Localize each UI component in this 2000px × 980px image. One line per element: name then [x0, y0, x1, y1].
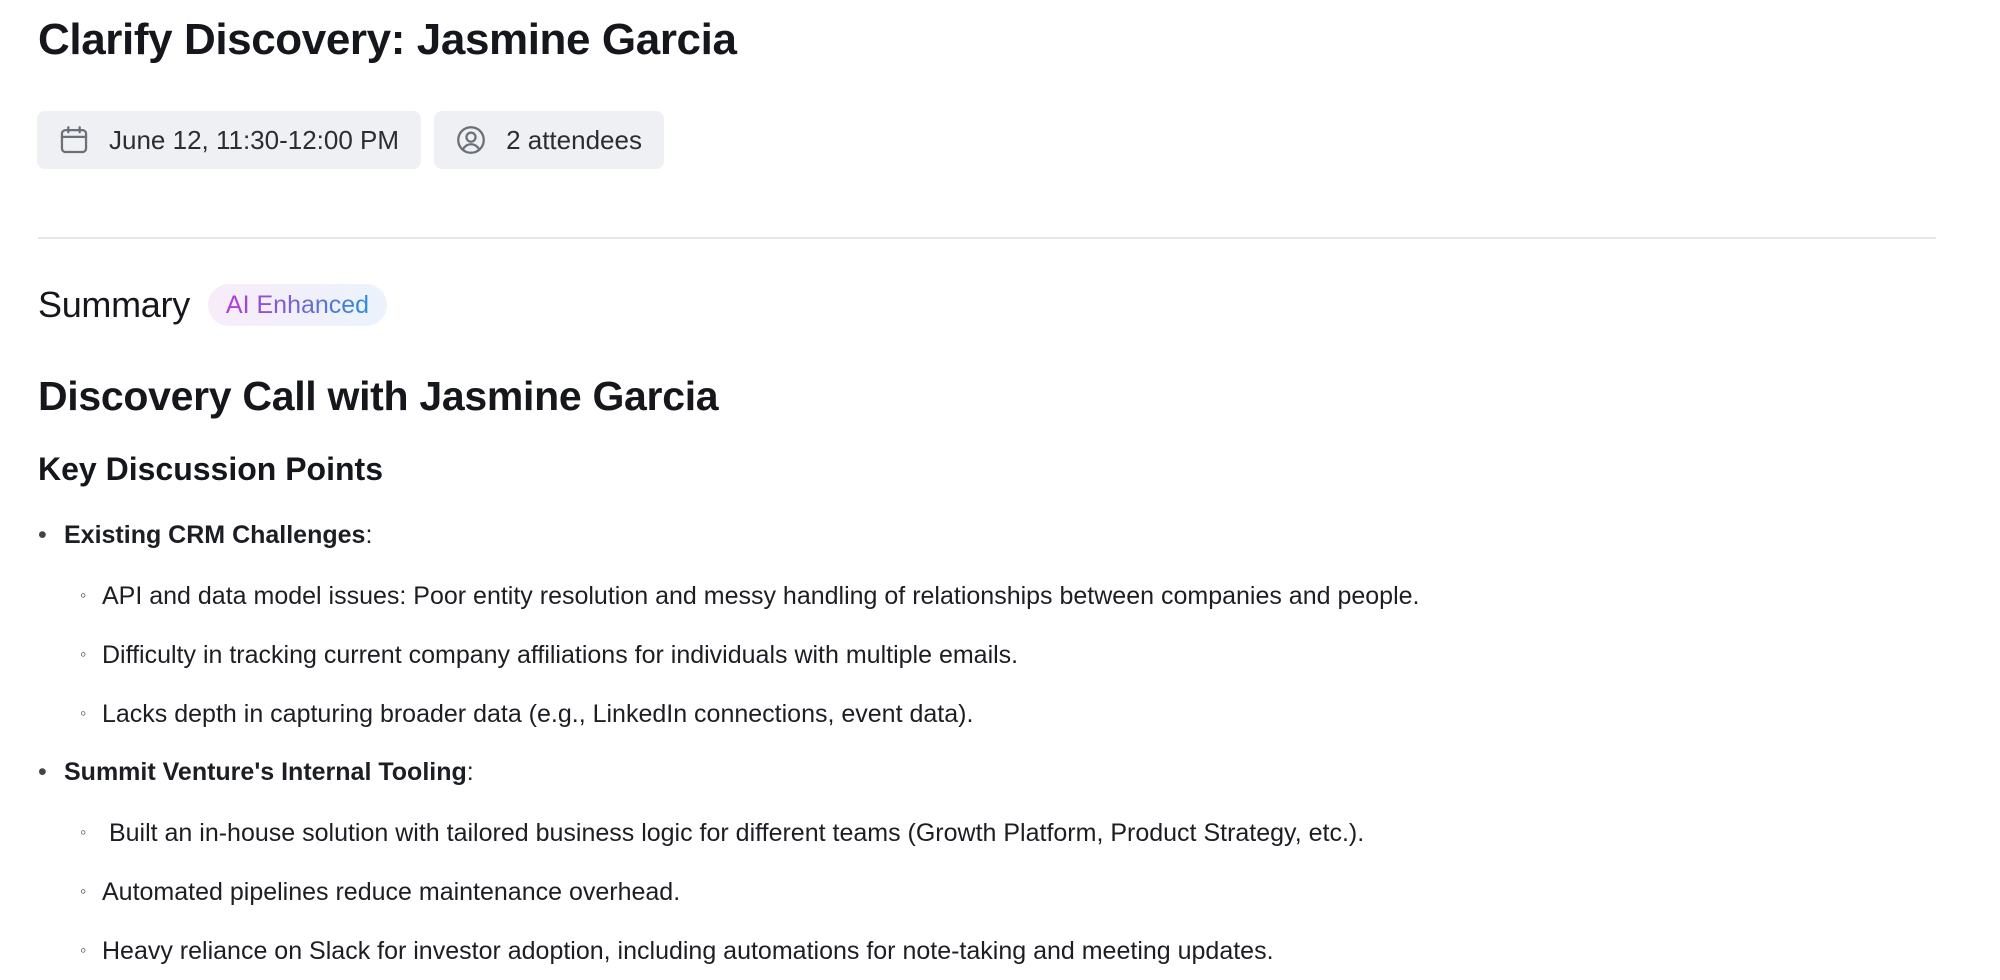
- list-item: ◦ Lacks depth in capturing broader data (…: [80, 696, 973, 731]
- hollow-bullet: ◦: [80, 644, 87, 664]
- user-circle-icon: [454, 123, 488, 157]
- list-item-text: Automated pipelines reduce maintenance o…: [102, 878, 681, 906]
- meeting-notes-page: Clarify Discovery: Jasmine Garcia June 1…: [0, 0, 2000, 980]
- list-item-text: Built an in-house solution with tailored…: [102, 819, 1365, 847]
- hollow-bullet: ◦: [80, 585, 87, 605]
- list-item: ◦ Built an in-house solution with tailor…: [80, 815, 1364, 850]
- attendees-chip[interactable]: 2 attendees: [434, 111, 664, 169]
- date-chip[interactable]: June 12, 11:30-12:00 PM: [37, 111, 422, 169]
- summary-header: Summary AI Enhanced: [38, 284, 388, 326]
- list-item-text: Lacks depth in capturing broader data (e…: [102, 700, 974, 728]
- list-item: ◦ API and data model issues: Poor entity …: [80, 578, 1419, 613]
- hollow-bullet: ◦: [80, 881, 87, 901]
- list-item: ◦ Heavy reliance on Slack for investor ad…: [80, 933, 1274, 968]
- ai-enhanced-badge-label: AI Enhanced: [225, 290, 370, 319]
- list-item: ◦ Difficulty in tracking current company …: [80, 637, 1018, 672]
- bullet: •: [38, 758, 47, 786]
- attendees-chip-label: 2 attendees: [506, 124, 642, 155]
- meeting-meta-chips: June 12, 11:30-12:00 PM 2 attendees: [37, 111, 664, 169]
- list-item: ◦ Automated pipelines reduce maintenance …: [80, 874, 680, 909]
- list-item-section: • Existing CRM Challenges:: [38, 518, 372, 552]
- hollow-bullet: ◦: [80, 940, 87, 960]
- section-suffix: :: [365, 521, 373, 549]
- section-title: Existing CRM Challenges: [64, 521, 366, 549]
- summary-heading: Discovery Call with Jasmine Garcia: [38, 373, 719, 419]
- ai-enhanced-badge[interactable]: AI Enhanced: [207, 284, 388, 326]
- list-item-text: API and data model issues: Poor entity r…: [102, 582, 1420, 610]
- section-suffix: :: [466, 758, 474, 786]
- divider: [38, 237, 1936, 239]
- section-title: Summit Venture's Internal Tooling: [64, 758, 467, 786]
- list-item-text: Heavy reliance on Slack for investor ado…: [102, 937, 1274, 965]
- page-title: Clarify Discovery: Jasmine Garcia: [38, 15, 737, 64]
- list-item-section: • Summit Venture's Internal Tooling:: [38, 755, 474, 789]
- key-points-heading: Key Discussion Points: [38, 451, 383, 487]
- bullet: •: [38, 521, 47, 549]
- hollow-bullet: ◦: [80, 703, 87, 723]
- hollow-bullet: ◦: [80, 822, 87, 842]
- list-item-text: Difficulty in tracking current company a…: [102, 641, 1019, 669]
- calendar-icon: [57, 123, 91, 157]
- date-chip-label: June 12, 11:30-12:00 PM: [109, 124, 400, 155]
- summary-label: Summary: [38, 284, 190, 325]
